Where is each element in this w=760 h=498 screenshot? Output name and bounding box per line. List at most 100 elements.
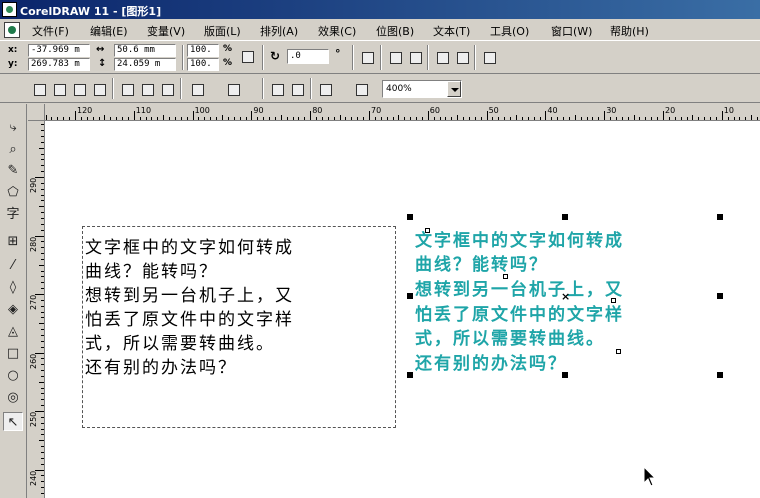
ruler-tick: [41, 434, 44, 436]
ruler-tick: [41, 416, 44, 418]
selection-handle-top-right[interactable]: [717, 214, 723, 220]
width-field[interactable]: 50.6 mm: [114, 44, 176, 57]
ruler-tick: [680, 117, 682, 120]
save-icon[interactable]: [70, 80, 88, 98]
ruler-label: 80: [312, 106, 323, 115]
text-node[interactable]: [503, 274, 508, 279]
menu-edit[interactable]: 编辑(E): [90, 23, 128, 39]
open-icon[interactable]: [50, 80, 68, 98]
interactive-fill-icon[interactable]: ◬: [3, 322, 23, 341]
menu-transform[interactable]: 变量(V): [147, 23, 185, 39]
ruler-tick: [86, 117, 88, 120]
scale-y-field[interactable]: 100.: [187, 58, 219, 71]
wrap-text-icon[interactable]: [386, 48, 404, 66]
text-node[interactable]: [616, 349, 621, 354]
paste-icon[interactable]: [158, 80, 176, 98]
to-curves-icon[interactable]: [480, 48, 498, 66]
menu-effects[interactable]: 效果(C): [318, 23, 356, 39]
application-launcher-icon[interactable]: [316, 80, 334, 98]
lock-ratio-icon[interactable]: [238, 47, 256, 65]
rotation-field[interactable]: .0: [287, 49, 329, 64]
menu-bitmaps[interactable]: 位图(B): [376, 23, 414, 39]
pick-tool-icon[interactable]: ⤷: [3, 118, 23, 137]
center-marker-icon[interactable]: ×: [561, 291, 570, 302]
outline-tool-icon[interactable]: ◊: [3, 278, 23, 297]
ruler-tick: [663, 111, 664, 120]
format-text-icon[interactable]: [453, 48, 471, 66]
ruler-tick: [304, 117, 306, 120]
menu-window[interactable]: 窗口(W): [551, 23, 592, 39]
selection-handle-bottom-left[interactable]: [407, 372, 413, 378]
ruler-tick: [427, 111, 429, 120]
menu-text[interactable]: 文本(T): [433, 23, 470, 39]
paragraph-text-frame[interactable]: 文字框中的文字如何转成 曲线？能转吗？ 想转到另一台机子上，又 怕丢了原文件中的…: [82, 226, 396, 428]
coreldraw-app-icon[interactable]: [2, 2, 17, 17]
text-node[interactable]: [425, 228, 430, 233]
selection-handle-top[interactable]: [562, 214, 568, 220]
new-document-icon[interactable]: [30, 80, 48, 98]
ruler-tick: [692, 115, 694, 120]
ruler-tick: [45, 115, 47, 120]
mirror-icon[interactable]: [358, 48, 376, 66]
y-position-field[interactable]: 269.783 m: [28, 58, 90, 71]
menu-file[interactable]: 文件(F): [32, 23, 69, 39]
ruler-tick: [545, 111, 547, 120]
zoom-tool-icon[interactable]: ⌕: [3, 140, 23, 159]
ruler-tick: [598, 117, 600, 120]
menu-help[interactable]: 帮助(H): [610, 23, 649, 39]
corel-online-icon[interactable]: [352, 80, 370, 98]
vertical-ruler[interactable]: 290 280 270 260 250 240: [28, 121, 45, 498]
chevron-down-icon[interactable]: [447, 81, 461, 97]
edit-text-icon[interactable]: [433, 48, 451, 66]
height-field[interactable]: 24.059 m: [114, 58, 176, 71]
ruler-tick: [563, 117, 565, 120]
ruler-origin[interactable]: [28, 104, 45, 121]
rectangle-tool-icon[interactable]: □: [3, 344, 23, 363]
separator: [262, 45, 264, 70]
redo-icon[interactable]: [224, 80, 242, 98]
pointer-icon[interactable]: ↖: [3, 412, 23, 431]
document-icon[interactable]: [4, 22, 20, 38]
ruler-tick: [41, 358, 44, 360]
freehand-tool-icon[interactable]: ✎: [3, 161, 23, 180]
print-icon[interactable]: [90, 80, 108, 98]
ruler-tick: [310, 111, 312, 120]
selection-handle-bottom[interactable]: [562, 372, 568, 378]
ruler-tick: [41, 329, 44, 331]
ruler-tick: [604, 111, 606, 120]
property-bar: x: y: -37.969 m 269.783 m ↔ ↕ 50.6 mm 24…: [0, 42, 760, 74]
ruler-tick: [163, 115, 165, 120]
polygon-tool-icon[interactable]: ⬠: [3, 183, 23, 202]
fill-tool-icon[interactable]: ◈: [3, 300, 23, 319]
ruler-tick: [339, 115, 341, 120]
selection-handle-bottom-right[interactable]: [717, 372, 723, 378]
text-tool-icon[interactable]: 字: [3, 205, 23, 224]
horizontal-ruler[interactable]: 120 110 100 90 80 70 60 50 40 30 20 10: [45, 104, 760, 121]
menu-arrange[interactable]: 排列(A): [260, 23, 298, 39]
break-apart-icon[interactable]: [406, 48, 424, 66]
import-icon[interactable]: [268, 80, 286, 98]
ruler-tick: [39, 264, 44, 266]
ruler-tick: [345, 117, 347, 120]
selection-handle-left[interactable]: [407, 293, 413, 299]
x-position-field[interactable]: -37.969 m: [28, 44, 90, 57]
menu-layout[interactable]: 版面(L): [204, 23, 241, 39]
menu-tools[interactable]: 工具(O): [490, 23, 529, 39]
undo-icon[interactable]: [188, 80, 206, 98]
ruler-tick: [439, 117, 441, 120]
selection-handle-top-left[interactable]: [407, 214, 413, 220]
ruler-tick: [41, 136, 44, 138]
scale-x-field[interactable]: 100.: [187, 44, 219, 57]
drawing-canvas[interactable]: 文字框中的文字如何转成 曲线？能转吗？ 想转到另一台机子上，又 怕丢了原文件中的…: [45, 121, 760, 498]
export-icon[interactable]: [288, 80, 306, 98]
eyedropper-icon[interactable]: ⁄: [3, 256, 23, 275]
ellipse-tool-icon[interactable]: ○: [3, 366, 23, 385]
cut-icon[interactable]: [118, 80, 136, 98]
interactive-blend-icon[interactable]: ⊞: [3, 232, 23, 251]
paragraph-text-line: 文字框中的文字如何转成: [85, 238, 294, 258]
copy-icon[interactable]: [138, 80, 156, 98]
selection-handle-right[interactable]: [717, 293, 723, 299]
text-node[interactable]: [611, 298, 616, 303]
zoom-level-dropdown[interactable]: 400%: [382, 80, 462, 98]
spiral-tool-icon[interactable]: ◎: [3, 388, 23, 407]
